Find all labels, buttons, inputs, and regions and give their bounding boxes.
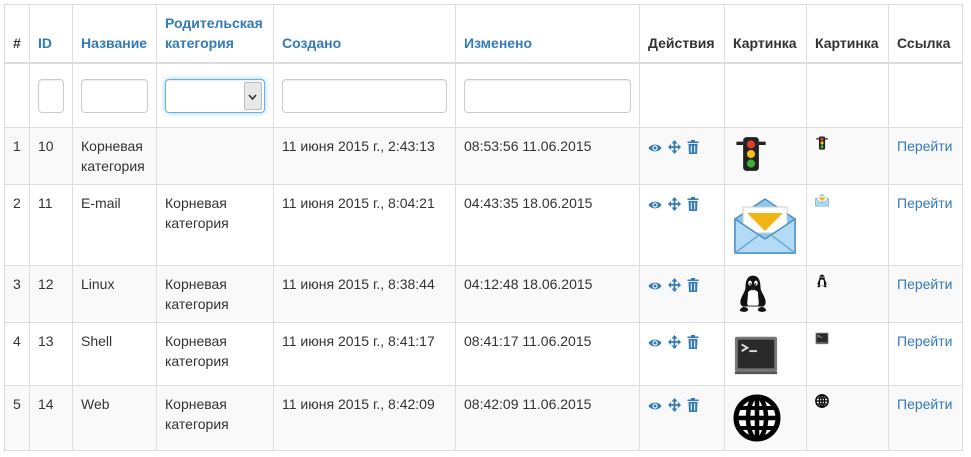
table-row: 3 12 Linux Корневая категория 11 июня 20… (4, 265, 963, 323)
col-link-header: Ссылка (888, 4, 963, 64)
sort-name-link[interactable]: Название (81, 35, 147, 51)
row-name: E-mail (72, 184, 157, 266)
row-id: 10 (29, 127, 73, 185)
move-icon[interactable] (667, 196, 681, 216)
row-num: 2 (4, 184, 30, 266)
row-updated: 04:43:35 18.06.2015 (455, 184, 640, 266)
row-num: 5 (4, 385, 30, 451)
row-id: 13 (29, 322, 73, 386)
row-image-large (724, 322, 807, 386)
row-updated: 04:12:48 18.06.2015 (455, 265, 640, 323)
row-image-small (806, 322, 889, 386)
open-link[interactable]: Перейти (897, 276, 952, 292)
traffic-light-icon-small (816, 136, 828, 150)
col-image-large-header: Картинка (724, 4, 807, 64)
row-image-small (806, 265, 889, 323)
col-actions-header: Действия (639, 4, 725, 64)
table-row: 5 14 Web Корневая категория 11 июня 2015… (4, 385, 963, 451)
col-num-header: # (4, 4, 30, 64)
row-image-small (806, 184, 889, 266)
row-image-large (724, 385, 807, 451)
trash-icon[interactable] (687, 196, 699, 216)
globe-icon-small (815, 394, 829, 408)
globe-icon (733, 394, 781, 442)
terminal-icon-small (815, 332, 829, 345)
row-name: Linux (72, 265, 157, 323)
row-parent (156, 127, 274, 185)
row-image-large (724, 265, 807, 323)
row-created: 11 июня 2015 г., 8:04:21 (273, 184, 456, 266)
row-name: Web (72, 385, 157, 451)
row-image-small (806, 385, 889, 451)
row-created: 11 июня 2015 г., 8:41:17 (273, 322, 456, 386)
row-image-small (806, 127, 889, 185)
filter-row (4, 62, 963, 128)
eye-icon[interactable] (648, 334, 662, 354)
table-row: 2 11 E-mail Корневая категория 11 июня 2… (4, 184, 963, 266)
row-actions (639, 385, 725, 451)
tux-icon (739, 275, 767, 312)
sort-updated-link[interactable]: Изменено (464, 35, 532, 51)
row-name: Shell (72, 322, 157, 386)
row-parent: Корневая категория (156, 184, 274, 266)
trash-icon[interactable] (687, 139, 699, 159)
row-image-large (724, 184, 807, 266)
eye-icon[interactable] (648, 139, 662, 159)
eye-icon[interactable] (648, 397, 662, 417)
row-updated: 08:42:09 11.06.2015 (455, 385, 640, 451)
filter-parent-select[interactable] (165, 78, 265, 113)
row-actions (639, 184, 725, 266)
col-image-small-header: Картинка (806, 4, 889, 64)
sort-parent-link[interactable]: Родительская категория (165, 15, 263, 51)
table-row: 4 13 Shell Корневая категория 11 июня 20… (4, 322, 963, 386)
categories-grid: # ID Название Родительская категория Соз… (4, 4, 963, 451)
envelope-icon-small (815, 194, 829, 207)
move-icon[interactable] (667, 139, 681, 159)
table-row: 1 10 Корневая категория 11 июня 2015 г.,… (4, 127, 963, 185)
row-updated: 08:41:17 11.06.2015 (455, 322, 640, 386)
trash-icon[interactable] (687, 334, 699, 354)
open-link[interactable]: Перейти (897, 333, 952, 349)
filter-updated-input[interactable] (464, 78, 631, 113)
sort-created-link[interactable]: Создано (282, 35, 341, 51)
row-num: 1 (4, 127, 30, 185)
envelope-icon (734, 198, 796, 254)
terminal-icon (734, 336, 778, 375)
move-icon[interactable] (667, 277, 681, 297)
filter-name-input[interactable] (81, 78, 148, 113)
row-updated: 08:53:56 11.06.2015 (455, 127, 640, 185)
trash-icon[interactable] (687, 397, 699, 417)
chevron-down-icon (244, 81, 262, 110)
row-actions (639, 265, 725, 323)
traffic-light-icon (736, 137, 766, 171)
row-image-large (724, 127, 807, 185)
row-id: 12 (29, 265, 73, 323)
row-actions (639, 322, 725, 386)
move-icon[interactable] (667, 334, 681, 354)
trash-icon[interactable] (687, 277, 699, 297)
eye-icon[interactable] (648, 277, 662, 297)
row-actions (639, 127, 725, 185)
row-parent: Корневая категория (156, 385, 274, 451)
row-id: 11 (29, 184, 73, 266)
sort-id-link[interactable]: ID (38, 35, 52, 51)
row-created: 11 июня 2015 г., 2:43:13 (273, 127, 456, 185)
header-row: # ID Название Родительская категория Соз… (4, 4, 963, 64)
open-link[interactable]: Перейти (897, 195, 952, 211)
filter-id-input[interactable] (38, 78, 64, 113)
row-created: 11 июня 2015 г., 8:38:44 (273, 265, 456, 323)
eye-icon[interactable] (648, 196, 662, 216)
row-name: Корневая категория (72, 127, 157, 185)
row-id: 14 (29, 385, 73, 451)
open-link[interactable]: Перейти (897, 138, 952, 154)
move-icon[interactable] (667, 397, 681, 417)
row-num: 4 (4, 322, 30, 386)
row-parent: Корневая категория (156, 322, 274, 386)
tux-icon-small (817, 274, 827, 288)
row-num: 3 (4, 265, 30, 323)
row-parent: Корневая категория (156, 265, 274, 323)
row-created: 11 июня 2015 г., 8:42:09 (273, 385, 456, 451)
filter-created-input[interactable] (282, 78, 447, 113)
open-link[interactable]: Перейти (897, 396, 952, 412)
